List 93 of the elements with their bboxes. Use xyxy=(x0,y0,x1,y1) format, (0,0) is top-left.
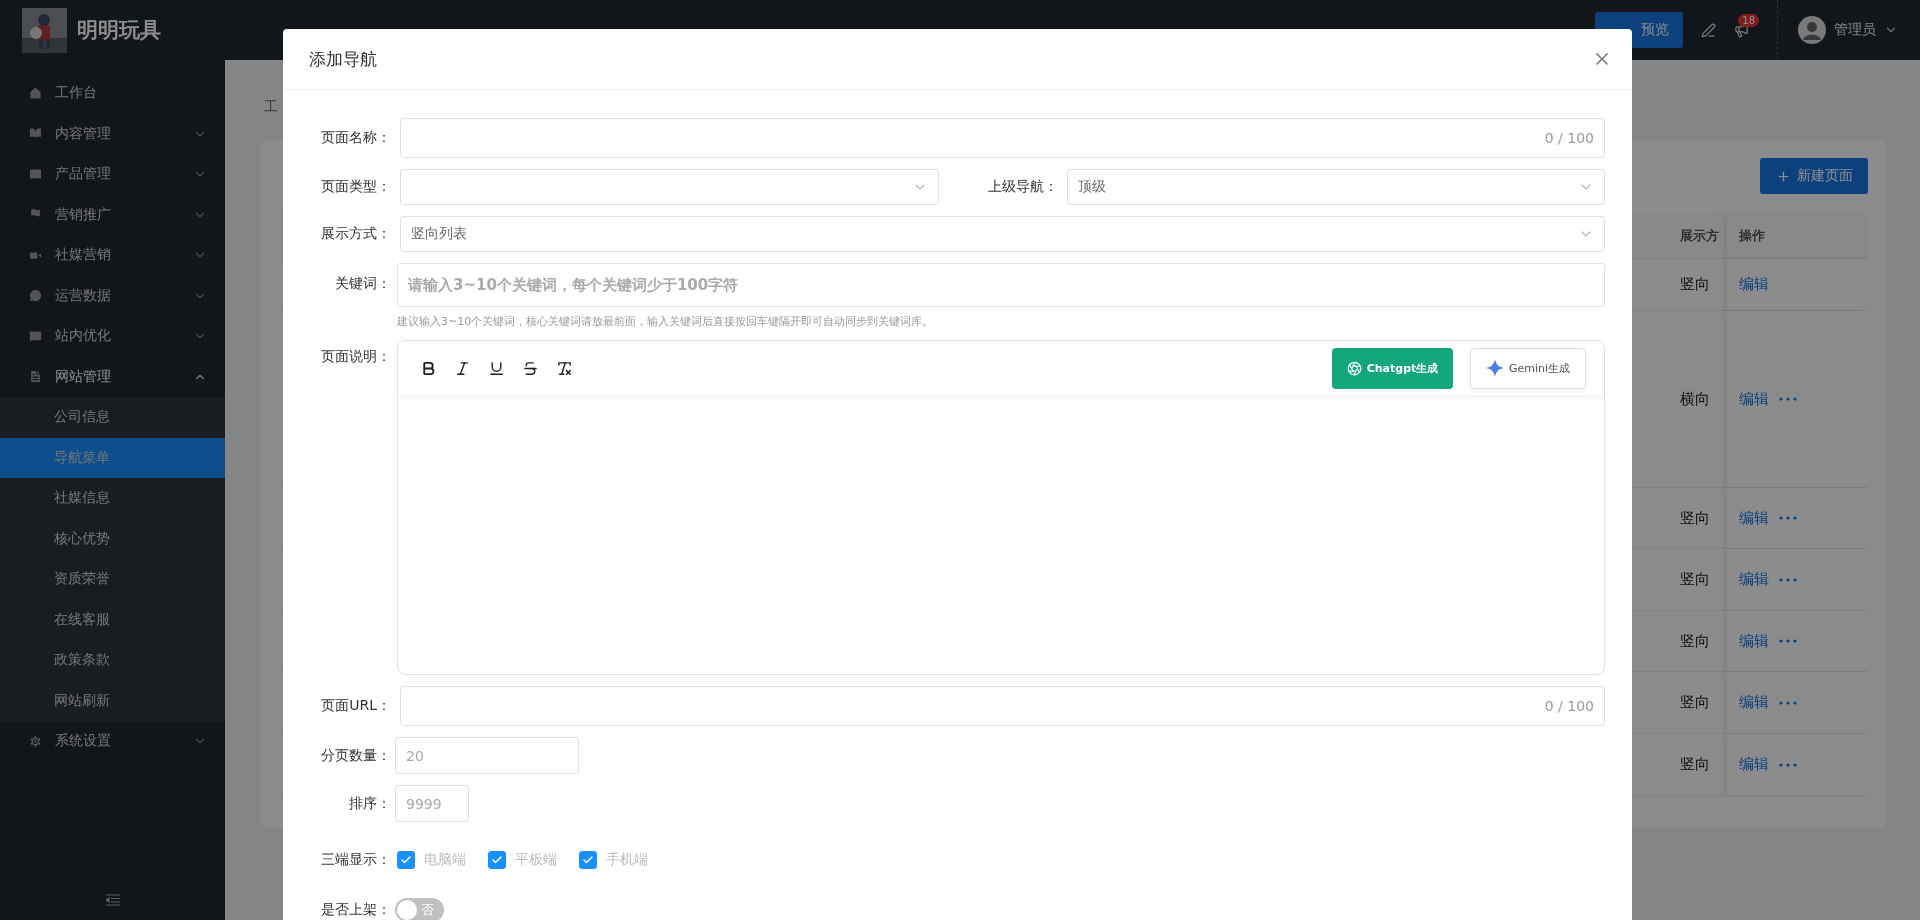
settings-icon xyxy=(28,733,43,749)
sidebar-subitem[interactable]: 政策条款 xyxy=(0,640,225,681)
table-cell-text: 竖向 xyxy=(1680,631,1711,651)
user-name[interactable]: 管理员 xyxy=(1834,21,1876,39)
sidebar-item[interactable]: 站内优化 xyxy=(0,316,225,357)
sidebar-subitem[interactable]: 网站刷新 xyxy=(0,680,225,721)
keyword-field[interactable]: 请输入3~10个关键词，每个关键词少于100字符 xyxy=(397,263,1605,307)
field-label: 关键词： xyxy=(334,274,391,293)
dialog-title: 添加导航 xyxy=(309,47,378,71)
table-cell-text: 竖向 xyxy=(1680,508,1711,528)
more-icon[interactable] xyxy=(1779,516,1797,520)
bold-icon[interactable] xyxy=(420,359,437,377)
checkbox-option[interactable]: 手机端 xyxy=(579,851,648,869)
sparkle-icon xyxy=(1485,359,1504,377)
sidebar-subitem[interactable]: 核心优势 xyxy=(0,518,225,559)
pen-icon[interactable] xyxy=(1701,22,1716,38)
checkbox-option[interactable]: 电脑端 xyxy=(397,851,466,869)
sidebar-item[interactable]: 社媒营销 xyxy=(0,235,225,276)
message-icon xyxy=(28,166,43,182)
brand-name: 明明玩具 xyxy=(77,17,161,44)
sidebar-item[interactable]: 营销推广 xyxy=(0,194,225,235)
underline-icon[interactable] xyxy=(488,359,505,377)
field-label: 页面URL： xyxy=(320,697,391,715)
column-header: 操作 xyxy=(1739,227,1765,245)
document-icon xyxy=(28,369,43,385)
home-icon xyxy=(28,85,43,101)
field-label: 页面名称： xyxy=(320,129,391,147)
edit-link[interactable]: 编辑 xyxy=(1739,755,1769,774)
edit-link[interactable]: 编辑 xyxy=(1739,508,1769,528)
checkbox-option[interactable]: 平板端 xyxy=(488,851,557,869)
chat-icon xyxy=(28,288,43,304)
sidebar-item[interactable]: 系统设置 xyxy=(0,721,225,762)
more-icon[interactable] xyxy=(1779,577,1797,582)
select-field[interactable] xyxy=(400,169,939,205)
sidebar-item[interactable]: 运营数据 xyxy=(0,275,225,316)
checkbox[interactable] xyxy=(397,851,415,869)
sidebar-item[interactable]: 产品管理 xyxy=(0,154,225,195)
edit-link[interactable]: 编辑 xyxy=(1739,389,1769,409)
more-icon[interactable] xyxy=(1779,397,1797,401)
select-field[interactable]: 竖向列表 xyxy=(400,216,1605,252)
column-header: 展示方 xyxy=(1680,227,1720,245)
edit-link[interactable]: 编辑 xyxy=(1739,275,1769,294)
checkbox[interactable] xyxy=(488,851,506,869)
number-field[interactable]: 20 xyxy=(395,737,579,774)
table-cell-text: 竖向 xyxy=(1680,755,1711,774)
number-field[interactable]: 9999 xyxy=(395,785,469,822)
sidebar-subitem[interactable]: 社媒信息 xyxy=(0,478,225,519)
field-label: 展示方式： xyxy=(320,225,391,243)
notification-badge: 18 xyxy=(1738,13,1759,27)
new-page-button[interactable]: 新建页面 xyxy=(1760,158,1868,194)
chatgpt-button[interactable]: Chatgpt生成 xyxy=(1332,347,1453,389)
field-label: 排序： xyxy=(348,794,391,813)
help-text: 建议输入3~10个关键词，核心关键词请放最前面，输入关键词后直接按回车键隔开即可自动同步到关键词库。 xyxy=(397,314,935,329)
gemini-button[interactable]: Gemini生成 xyxy=(1470,347,1586,389)
field-label: 分页数量： xyxy=(320,746,391,765)
checkbox[interactable] xyxy=(579,851,597,869)
table-cell-text: 横向 xyxy=(1680,389,1711,409)
clear-format-icon[interactable] xyxy=(556,359,573,377)
table-cell-text: 竖向 xyxy=(1680,693,1711,712)
collapse-icon[interactable] xyxy=(106,894,120,906)
more-icon[interactable] xyxy=(1779,639,1797,643)
field-label: 上级导航： xyxy=(986,178,1058,196)
field-label: 三端显示： xyxy=(320,851,391,869)
select-field[interactable]: 顶级 xyxy=(1066,169,1605,205)
sidebar-subitem[interactable]: 在线客服 xyxy=(0,599,225,640)
edit-link[interactable]: 编辑 xyxy=(1739,631,1769,651)
table-cell-text: 竖向 xyxy=(1680,570,1711,589)
sidebar-item[interactable]: 内容管理 xyxy=(0,113,225,154)
italic-icon[interactable] xyxy=(454,359,471,377)
field-label: 页面说明： xyxy=(320,347,391,366)
check-icon xyxy=(491,854,503,866)
text-field[interactable]: 0 / 100 xyxy=(400,118,1605,158)
field-label: 页面类型： xyxy=(320,178,391,196)
field-label: 是否上架： xyxy=(320,901,391,919)
avatar xyxy=(1798,16,1826,44)
edit-link[interactable]: 编辑 xyxy=(1739,570,1769,589)
plus-icon xyxy=(1775,168,1791,184)
aperture-icon xyxy=(1346,360,1362,376)
text-field[interactable]: 0 / 100 xyxy=(400,686,1605,726)
rich-text-editor[interactable]: Chatgpt生成 Gemini生成 xyxy=(397,340,1605,675)
check-icon xyxy=(582,854,594,866)
sidebar-item[interactable]: 工作台 xyxy=(0,73,225,114)
sidebar-subitem[interactable]: 资质荣誉 xyxy=(0,559,225,600)
breadcrumb: 工 xyxy=(264,98,279,116)
edit-link[interactable]: 编辑 xyxy=(1739,693,1769,712)
table-cell-text: 竖向 xyxy=(1680,275,1711,294)
message-icon xyxy=(28,328,43,344)
more-icon[interactable] xyxy=(1779,700,1797,705)
sidebar-subitem[interactable]: 公司信息 xyxy=(0,397,225,438)
check-icon xyxy=(400,854,412,866)
more-icon[interactable] xyxy=(1779,762,1797,767)
sidebar-item[interactable]: 网站管理 xyxy=(0,356,225,397)
strikethrough-icon[interactable] xyxy=(522,359,539,377)
